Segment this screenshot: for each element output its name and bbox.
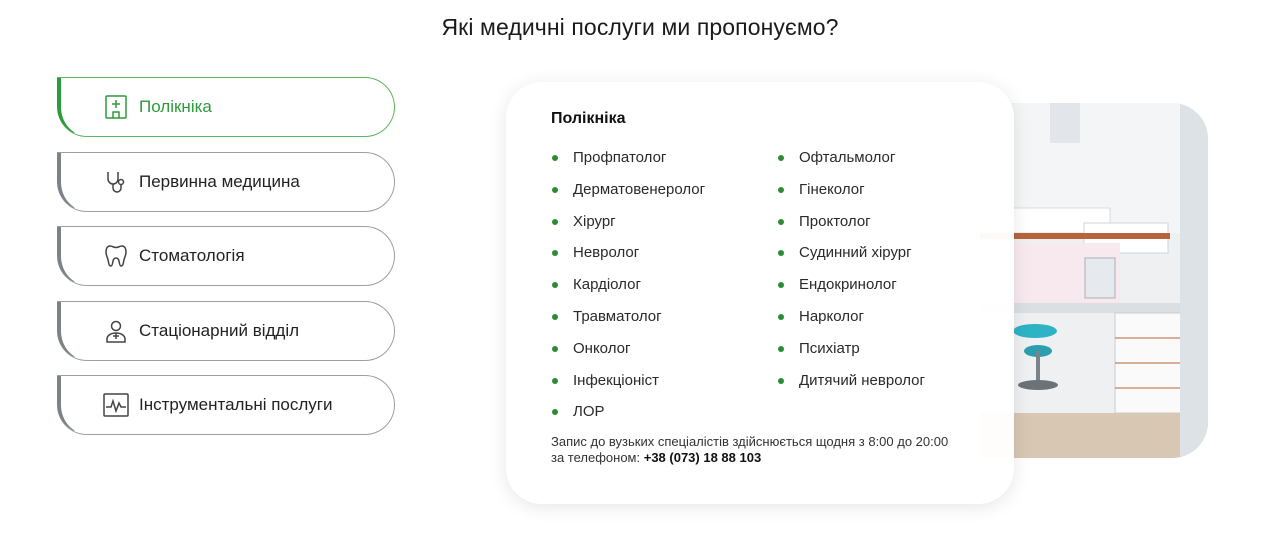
tab-inpatient[interactable]: Стаціонарний відділ: [57, 300, 395, 361]
clinic-room-photo: [980, 103, 1208, 458]
hospital-icon: [101, 92, 131, 122]
card-title: Полікніка: [551, 110, 626, 127]
list-item: Гінеколог: [777, 180, 925, 212]
list-item: Інфекціоніст: [551, 371, 705, 403]
tab-label: Інструментальні послуги: [139, 395, 333, 414]
service-details-card: Полікніка Профпатолог Дерматовенеролог Х…: [506, 82, 1014, 504]
specialists-list-left: Профпатолог Дерматовенеролог Хірург Невр…: [551, 148, 705, 434]
list-item: ЛОР: [551, 402, 705, 434]
tab-label: Первинна медицина: [139, 171, 300, 191]
specialists-list-right: Офтальмолог Гінеколог Проктолог Судинний…: [777, 148, 925, 402]
list-item: Ендокринолог: [777, 275, 925, 307]
tab-primary-care[interactable]: Первинна медицина: [57, 151, 395, 212]
list-item: Дитячий невролог: [777, 371, 925, 403]
tooth-icon: [101, 241, 131, 271]
list-item: Офтальмолог: [777, 148, 925, 180]
tab-label: Стаціонарний відділ: [139, 320, 300, 340]
doctor-icon: [101, 316, 131, 346]
tab-label: Стоматологія: [139, 246, 245, 265]
page-title: Які медичні послуги ми пропонуємо?: [441, 14, 839, 40]
list-item: Нарколог: [777, 307, 925, 339]
phone-number[interactable]: +38 (073) 18 88 103: [644, 450, 761, 465]
stethoscope-icon: [101, 167, 131, 197]
list-item: Хірург: [551, 212, 705, 244]
list-item: Дерматовенеролог: [551, 180, 705, 212]
tab-instrumental[interactable]: Інструментальні послуги: [57, 375, 395, 435]
tab-polyclinic[interactable]: Полікніка: [57, 77, 395, 137]
list-item: Онколог: [551, 339, 705, 371]
appointment-note: Запис до вузьких спеціалістів здійснюєть…: [551, 434, 951, 466]
list-item: Кардіолог: [551, 275, 705, 307]
list-item: Невролог: [551, 243, 705, 275]
list-item: Проктолог: [777, 212, 925, 244]
cardiogram-icon: [101, 390, 131, 420]
list-item: Профпатолог: [551, 148, 705, 180]
tab-dentistry[interactable]: Стоматологія: [57, 226, 395, 286]
services-tabs: Полікніка Первинна медицина Стоматологія: [57, 77, 395, 450]
list-item: Травматолог: [551, 307, 705, 339]
tab-label: Полікніка: [139, 97, 212, 116]
list-item: Психіатр: [777, 339, 925, 371]
list-item: Судинний хірург: [777, 243, 925, 275]
